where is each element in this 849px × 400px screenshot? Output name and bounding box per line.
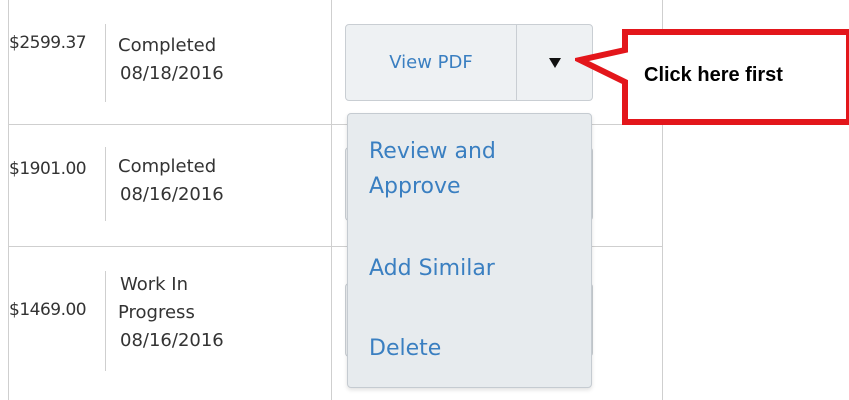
status-cell: Completed 08/16/2016 <box>118 153 224 209</box>
menu-item-delete[interactable]: Delete <box>369 331 441 366</box>
status-date: 08/18/2016 <box>120 63 224 84</box>
status-label-cont: Progress <box>118 302 195 323</box>
amount-cell: $2599.37 <box>9 33 87 53</box>
menu-item-label: Review and <box>369 139 496 164</box>
status-date: 08/16/2016 <box>120 184 224 205</box>
caret-down-icon <box>548 57 561 68</box>
amount-cell: $1469.00 <box>9 300 87 320</box>
view-pdf-button[interactable]: View PDF <box>346 25 517 100</box>
menu-item-label: Approve <box>369 174 461 199</box>
callout-text: Click here first <box>644 64 783 86</box>
amount-cell: $1901.00 <box>9 159 87 179</box>
status-label: Completed <box>118 35 217 56</box>
status-cell: Completed 08/18/2016 <box>118 32 224 88</box>
cell-divider <box>105 271 106 371</box>
action-split-button: View PDF <box>345 24 593 101</box>
actions-dropdown-menu: Review and Approve Add Similar Delete <box>347 113 592 388</box>
status-label: Work In <box>120 274 189 295</box>
status-cell: Work In Progress 08/16/2016 <box>118 271 224 355</box>
cell-divider <box>105 24 106 102</box>
menu-item-review-approve[interactable]: Review and Approve <box>369 134 496 204</box>
column-divider <box>331 0 332 400</box>
cell-divider <box>105 147 106 221</box>
status-label: Completed <box>118 156 217 177</box>
menu-item-add-similar[interactable]: Add Similar <box>369 251 495 286</box>
status-date: 08/16/2016 <box>120 330 224 351</box>
